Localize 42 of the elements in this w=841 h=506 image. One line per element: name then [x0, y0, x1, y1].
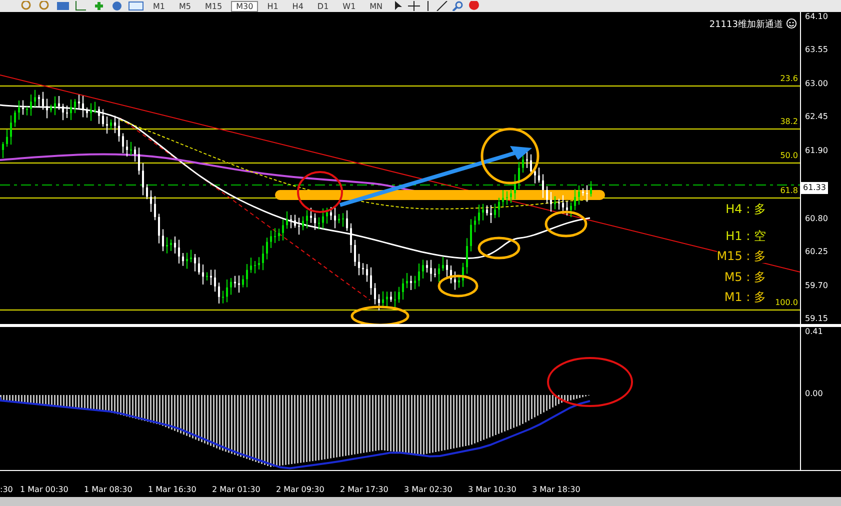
timeframe-button[interactable]: D1: [312, 0, 334, 12]
time-axis-label: 1 Mar 00:30: [20, 485, 70, 494]
time-axis-label: 3 Mar 18:30: [532, 485, 582, 494]
signal-label: M15 : 多: [716, 249, 766, 263]
signal-label: M1 : 多: [724, 290, 766, 304]
fibonacci-level-label: 38.2: [780, 117, 798, 127]
time-axis-label: 2 Mar 17:30: [340, 485, 390, 494]
timeframe-button[interactable]: M15: [200, 0, 228, 12]
time-axis-label: 1 Mar 08:30: [84, 485, 134, 494]
timeframe-button[interactable]: H1: [262, 0, 284, 12]
price-axis-label: 63.00: [804, 79, 828, 89]
current-price-label: 61.33: [801, 182, 828, 194]
time-axis-label: 2 Mar 09:30: [276, 485, 326, 494]
timeframe-button[interactable]: M30: [231, 0, 258, 12]
time-axis-label: 3 Mar 02:30: [404, 485, 454, 494]
fibonacci-level-label: 61.8: [780, 186, 798, 196]
price-axis-label: 59.15: [804, 314, 828, 324]
signal-label: M5 : 多: [724, 270, 766, 284]
indicator-axis-label: 0.41: [804, 327, 823, 337]
timeframe-button[interactable]: MN: [364, 0, 388, 12]
indicator-axis-label: 0.00: [804, 389, 823, 399]
timeframe-button[interactable]: W1: [338, 0, 361, 12]
price-axis-label: 60.25: [804, 247, 828, 257]
price-axis-label: 59.70: [804, 281, 828, 291]
price-axis-label: 64.10: [804, 12, 828, 22]
time-axis-label: 1 Mar 16:30: [148, 485, 198, 494]
timeframe-button[interactable]: M5: [174, 0, 196, 12]
time-axis-label: 3 Mar 10:30: [468, 485, 518, 494]
price-axis-label: 61.90: [804, 146, 828, 156]
fibonacci-level-label: 23.6: [780, 74, 798, 84]
fibonacci-level-label: 100.0: [775, 298, 798, 308]
time-axis-label: 2 Mar 01:30: [212, 485, 262, 494]
timeframe-button[interactable]: M1: [148, 0, 170, 12]
signal-label: H1 : 空: [726, 229, 766, 243]
signal-label: H4 : 多: [726, 202, 766, 216]
fibonacci-level-label: 50.0: [780, 151, 798, 161]
time-axis-label: :30: [0, 485, 14, 494]
timeframe-button[interactable]: H4: [287, 0, 308, 12]
price-axis-label: 63.55: [804, 45, 828, 55]
price-axis-label: 62.45: [804, 112, 828, 122]
info-text: 21113维加新通道: [709, 18, 783, 31]
price-axis-label: 60.80: [804, 214, 828, 224]
